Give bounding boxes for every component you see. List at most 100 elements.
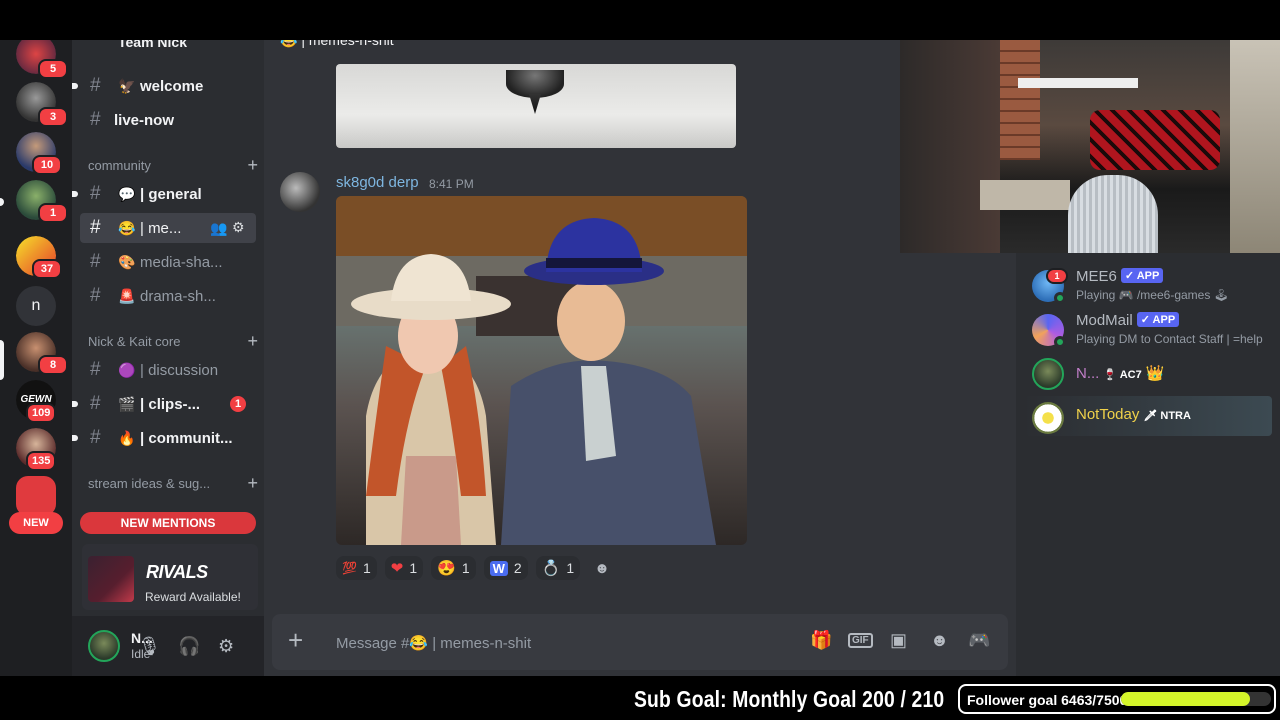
hash-icon: # <box>90 217 101 238</box>
channel-memes[interactable]: # 😂 | me... 👥 ⚙ <box>80 213 256 243</box>
invite-icon[interactable]: 👥 <box>210 220 227 237</box>
upload-plus-icon[interactable]: + <box>288 626 303 654</box>
online-indicator <box>1054 336 1066 348</box>
member-mee6[interactable]: 1 MEE6 ✓ APP Playing 🎮 /mee6-games 🕹 <box>1024 264 1272 308</box>
sub-goal-text: Sub Goal: Monthly Goal 200 / 210 <box>634 686 945 712</box>
server-tag: 🗡 NTRA <box>1143 410 1191 422</box>
microphone-icon[interactable]: 🎙 <box>138 636 161 657</box>
channel-name: | general <box>140 185 202 203</box>
reaction-count: 1 <box>409 560 418 576</box>
channel-emoji: 🚨 <box>118 287 136 304</box>
reaction-100[interactable]: 💯 1 <box>336 556 377 580</box>
server-tag: 🍷 AC7 <box>1103 369 1142 381</box>
member-activity: Playing DM to Contact Staff | =help <box>1076 332 1263 346</box>
previous-image-attachment[interactable] <box>336 64 736 148</box>
channel-clips[interactable]: # 🎬 | clips-... 1 <box>72 389 256 419</box>
unread-dot <box>72 401 78 407</box>
message-author[interactable]: sk8g0d derp <box>336 174 419 191</box>
category-community[interactable]: community + <box>88 156 258 174</box>
hash-icon: # <box>90 251 101 272</box>
emoji-icon[interactable]: ☻ <box>930 630 949 651</box>
reaction-heart-eyes[interactable]: 😍 1 <box>431 556 476 580</box>
channel-drama-share[interactable]: # 🚨 drama-sh... <box>80 281 256 311</box>
channel-general[interactable]: # 💬 | general <box>72 179 256 209</box>
message-input[interactable]: Message #😂 | memes-n-shit <box>336 634 531 652</box>
member-n[interactable]: N... 🍷 AC7 👑 <box>1024 352 1272 396</box>
photo-illustration <box>336 196 747 545</box>
hash-icon: # <box>90 75 101 96</box>
server-badge: 3 <box>38 107 68 127</box>
user-panel: N... Idle 🎙 🎧 ⚙ <box>72 616 264 676</box>
channel-emoji: 🦅 <box>118 77 136 94</box>
reaction-heart[interactable]: ❤ 1 <box>384 556 424 580</box>
new-mentions-button[interactable]: NEW MENTIONS <box>80 512 256 534</box>
spinning-top-tip <box>529 94 541 114</box>
channel-welcome[interactable]: # 🦅 welcome <box>72 71 256 101</box>
channel-emoji: 💬 <box>118 185 136 202</box>
server-header[interactable]: Team Nick <box>72 40 264 50</box>
photo-attachment[interactable] <box>336 196 747 545</box>
member-nottoday[interactable]: NotToday 🗡 NTRA <box>1024 396 1272 436</box>
author-avatar[interactable] <box>280 172 320 212</box>
sticker-icon[interactable]: ▣ <box>890 630 907 651</box>
member-activity: Playing 🎮 /mee6-games 🕹 <box>1076 288 1229 302</box>
channel-live-now[interactable]: # live-now <box>80 105 256 135</box>
settings-gear-icon[interactable]: ⚙ <box>218 636 234 657</box>
server-icon[interactable] <box>16 476 56 516</box>
user-avatar[interactable] <box>88 630 120 662</box>
message-composer[interactable]: + Message #😂 | memes-n-shit 🎁 GIF ▣ ☻ 🎮 <box>272 614 1008 670</box>
add-channel-icon[interactable]: + <box>247 332 258 350</box>
add-reaction-button[interactable]: ☻ <box>588 556 616 580</box>
cam-blanket <box>1090 110 1220 170</box>
cam-window <box>1230 40 1280 253</box>
follower-progress-bar <box>1121 692 1271 706</box>
channel-community[interactable]: # 🔥 | communit... <box>72 423 256 453</box>
app-tag: ✓ APP <box>1120 268 1164 283</box>
gift-icon[interactable]: 🎁 <box>810 630 832 651</box>
reaction-ring[interactable]: 💍 1 <box>535 556 581 580</box>
channel-name: media-sha... <box>140 253 223 271</box>
follower-goal-widget: Follower goal 6463/7500 <box>958 684 1276 714</box>
channel-discussion[interactable]: # 🟣 | discussion <box>80 355 256 385</box>
reaction-emoji: 😍 <box>437 560 456 577</box>
app-tag: ✓ APP <box>1136 312 1180 327</box>
unread-dot <box>72 83 78 89</box>
channel-title: 😂 | memes-n-shit <box>280 40 394 48</box>
category-core[interactable]: Nick & Kait core + <box>88 332 258 350</box>
reaction-count: 2 <box>513 560 522 576</box>
reaction-count: 1 <box>362 560 371 576</box>
rivals-promo[interactable]: RIVALS Reward Available! <box>82 544 258 610</box>
server-icon-letter[interactable]: n <box>16 286 56 326</box>
add-channel-icon[interactable]: + <box>247 156 258 174</box>
channel-media-share[interactable]: # 🎨 media-sha... <box>80 247 256 277</box>
gear-icon[interactable]: ⚙ <box>232 219 245 236</box>
gif-icon[interactable]: GIF <box>848 633 873 648</box>
category-stream-ideas[interactable]: stream ideas & sug... + <box>88 474 258 492</box>
spinning-top <box>506 70 564 98</box>
server-badge: 109 <box>26 403 57 423</box>
hash-icon: # <box>90 393 101 414</box>
member-name-text: MEE6 <box>1076 268 1117 285</box>
online-indicator <box>1054 292 1066 304</box>
stream-goals-overlay: Sub Goal: Monthly Goal 200 / 210 Followe… <box>0 676 1280 720</box>
mention-badge: 1 <box>230 396 246 412</box>
channel-name: live-now <box>114 111 175 129</box>
channel-name: | communit... <box>140 429 233 447</box>
member-avatar <box>1032 402 1064 434</box>
headphones-icon[interactable]: 🎧 <box>178 636 200 657</box>
unread-pill <box>0 198 4 206</box>
channel-emoji: 🎬 <box>118 395 136 412</box>
add-channel-icon[interactable]: + <box>247 474 258 492</box>
member-modmail[interactable]: ModMail ✓ APP Playing DM to Contact Staff… <box>1024 308 1272 352</box>
cam-wall <box>900 40 1000 253</box>
channel-name: drama-sh... <box>140 287 216 305</box>
new-servers-pill[interactable]: NEW <box>9 512 63 534</box>
channel-emoji: 🔥 <box>118 429 136 446</box>
hash-icon: # <box>90 109 101 130</box>
member-avatar <box>1032 358 1064 390</box>
server-badge: 8 <box>38 355 68 375</box>
apps-gamepad-icon[interactable]: 🎮 <box>968 630 990 651</box>
reaction-w[interactable]: W2 <box>483 556 528 580</box>
category-label: Nick & Kait core <box>88 334 181 349</box>
category-label: stream ideas & sug... <box>88 476 211 491</box>
